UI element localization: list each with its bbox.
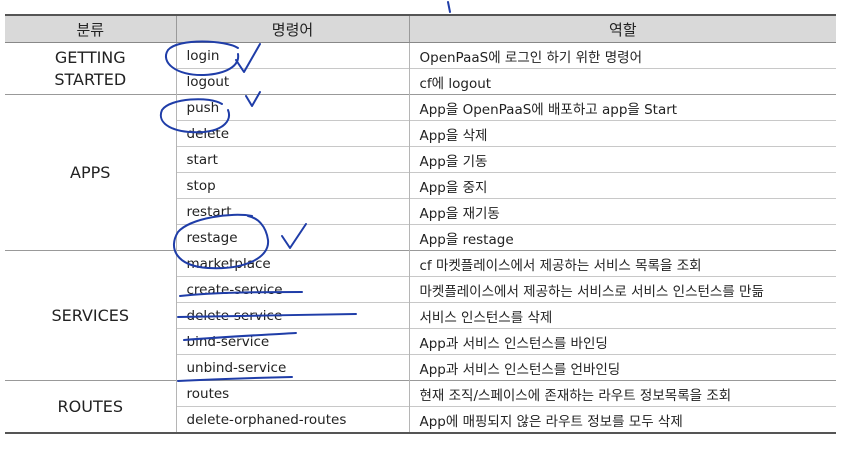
role-cell: App과 서비스 인스턴스를 언바인딩 — [408, 354, 836, 381]
role-cell: App을 restage — [408, 224, 836, 251]
header-category: 분류 — [5, 14, 176, 43]
role-cell: 서비스 인스턴스를 삭제 — [408, 302, 836, 329]
category-label: STARTED — [54, 69, 127, 89]
category-cell: ROUTES — [5, 380, 176, 434]
category-label: APPS — [70, 162, 111, 182]
table-body: GETTING STARTED login OpenPaaS에 로그인 하기 위한 명… — [5, 42, 836, 434]
role-cell: cf에 logout — [408, 68, 836, 95]
command-cell: restart — [175, 198, 409, 225]
category-label: ROUTES — [57, 396, 123, 416]
role-cell: 현재 조직/스페이스에 존재하는 라우트 정보목록을 조회 — [408, 380, 836, 407]
header-role: 역할 — [408, 14, 836, 43]
table-row: GETTING STARTED login OpenPaaS에 로그인 하기 위한 명… — [5, 42, 836, 95]
header-command: 명령어 — [175, 14, 409, 43]
role-cell: OpenPaaS에 로그인 하기 위한 명령어 — [408, 42, 836, 69]
category-label: SERVICES — [51, 305, 130, 325]
ink-top-stroke — [447, 1, 451, 13]
role-cell: cf 마켓플레이스에서 제공하는 서비스 목록을 조회 — [408, 250, 836, 277]
role-cell: App을 재기동 — [408, 198, 836, 225]
role-cell: App을 중지 — [408, 172, 836, 199]
category-label: GETTING — [54, 47, 126, 67]
role-cell: App을 OpenPaaS에 배포하고 app을 Start — [408, 94, 836, 121]
command-cell: delete — [175, 120, 409, 147]
command-cell: login — [175, 42, 409, 69]
command-cell: bind-service — [175, 328, 409, 355]
category-cell: SERVICES — [5, 250, 176, 381]
command-cell: push — [175, 94, 409, 121]
command-cell: delete-service — [175, 302, 409, 329]
command-cell: stop — [175, 172, 409, 199]
role-cell: App과 서비스 인스턴스를 바인딩 — [408, 328, 836, 355]
command-table: 분류 명령어 역할 GETTING STARTED login OpenPaaS에 로… — [5, 14, 836, 434]
command-table-container: 분류 명령어 역할 GETTING STARTED login OpenPaaS에 로… — [5, 14, 836, 434]
category-cell: APPS — [5, 94, 176, 251]
table-header-row: 분류 명령어 역할 — [5, 14, 836, 43]
table-row: APPS push App을 OpenPaaS에 배포하고 app을 Start — [5, 94, 836, 251]
role-cell: App을 삭제 — [408, 120, 836, 147]
command-cell: marketplace — [175, 250, 409, 277]
table-row: ROUTES routes 현재 조직/스페이스에 존재하는 라우트 정보목록을 조… — [5, 380, 836, 434]
role-cell: 마켓플레이스에서 제공하는 서비스로 서비스 인스턴스를 만듦 — [408, 276, 836, 303]
command-cell: restage — [175, 224, 409, 251]
table-row: SERVICES marketplace cf 마켓플레이스에서 제공하는 서비스 … — [5, 250, 836, 381]
command-cell: logout — [175, 68, 409, 95]
role-cell: App에 매핑되지 않은 라우트 정보를 모두 삭제 — [408, 406, 836, 434]
category-cell: GETTING STARTED — [5, 42, 176, 95]
command-cell: create-service — [175, 276, 409, 303]
role-cell: App을 기동 — [408, 146, 836, 173]
command-cell: start — [175, 146, 409, 173]
command-cell: unbind-service — [175, 354, 409, 381]
command-cell: routes — [175, 380, 409, 407]
command-cell: delete-orphaned-routes — [175, 406, 409, 434]
